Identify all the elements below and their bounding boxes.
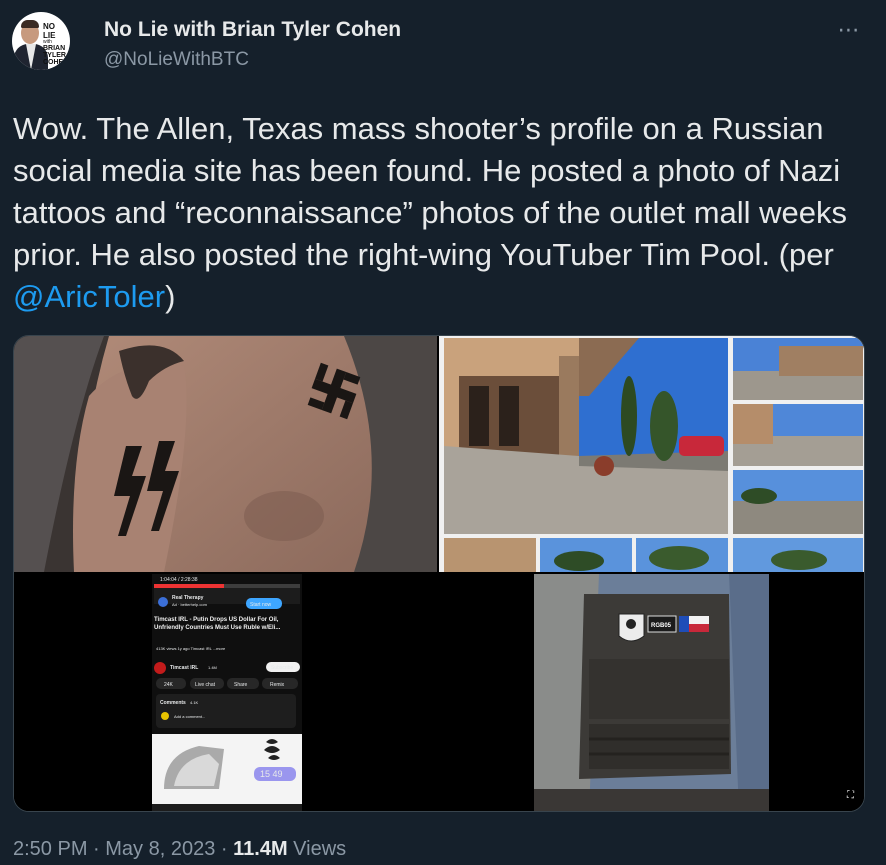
author-name[interactable]: No Lie with Brian Tyler Cohen	[104, 18, 401, 42]
remix-label: Remix	[270, 682, 285, 688]
tweet-time[interactable]: 2:50 PM	[13, 838, 87, 860]
ad-button: Start now	[250, 602, 272, 608]
avatar-hair	[21, 20, 39, 28]
tweet-body-end: )	[165, 279, 176, 314]
comments-label: Comments	[160, 700, 186, 706]
tweet-body: Wow. The Allen, Texas mass shooter’s pro…	[13, 111, 848, 272]
media-photo-vest[interactable]: RGB05 ⛶	[439, 574, 864, 811]
vest-patch-text: RGB05	[651, 623, 672, 629]
more-icon: ⋯	[837, 17, 861, 42]
meta-separator: ·	[87, 838, 106, 860]
media-photo-mall[interactable]	[439, 336, 864, 572]
likes-count: 24K	[164, 682, 174, 688]
tattoo-photo-image	[14, 336, 437, 572]
more-options-button[interactable]: ⋯	[833, 14, 865, 46]
media-grid: 1:04:04 / 2:28:38 Real Therapy Ad · bett…	[13, 335, 865, 812]
comments-count: 4.1K	[190, 700, 199, 705]
meta-separator: ·	[215, 838, 234, 860]
channel-name: Timcast IRL	[170, 665, 198, 671]
subscribe-label: Subscribe	[271, 665, 293, 671]
phone-screenshot-image: 1:04:04 / 2:28:38 Real Therapy Ad · bett…	[14, 574, 437, 811]
ad-sub: Ad · betterhelp.com	[172, 602, 208, 607]
tweet-date[interactable]: May 8, 2023	[105, 838, 215, 860]
avatar[interactable]: NO LIE with BRIAN TYLER COHEN	[12, 12, 70, 70]
author-handle[interactable]: @NoLieWithBTC	[104, 49, 249, 71]
tweet-text: Wow. The Allen, Texas mass shooter’s pro…	[13, 108, 873, 318]
phone-time: 1:04:04 / 2:28:38	[160, 577, 198, 583]
mall-photo-image	[439, 336, 864, 572]
expand-icon[interactable]: ⛶	[846, 790, 855, 801]
ad-title: Real Therapy	[172, 595, 204, 601]
avatar-logo: NO LIE with BRIAN TYLER COHEN	[43, 22, 69, 66]
channel-subs: 1.4M	[208, 665, 217, 670]
video-meta: 413K views 1y ago Timcast IRL ...more	[156, 646, 226, 651]
live-chat-label: Live chat	[195, 682, 216, 688]
tweet-meta: 2:50 PM · May 8, 2023 · 11.4M Views	[13, 838, 346, 861]
vest-photo-image: RGB05 ⛶	[439, 574, 864, 811]
comment-placeholder: Add a comment...	[174, 714, 205, 719]
mention-link[interactable]: @AricToler	[13, 279, 165, 314]
media-photo-phone[interactable]: 1:04:04 / 2:28:38 Real Therapy Ad · bett…	[14, 574, 437, 811]
phone-clock: 15 49	[260, 769, 283, 779]
media-photo-tattoos[interactable]	[14, 336, 437, 572]
views-label: Views	[287, 838, 347, 860]
views-count: 11.4M	[233, 838, 288, 860]
video-title: Timcast IRL - Putin Drops US Dollar For …	[154, 617, 281, 631]
share-label: Share	[234, 682, 248, 688]
